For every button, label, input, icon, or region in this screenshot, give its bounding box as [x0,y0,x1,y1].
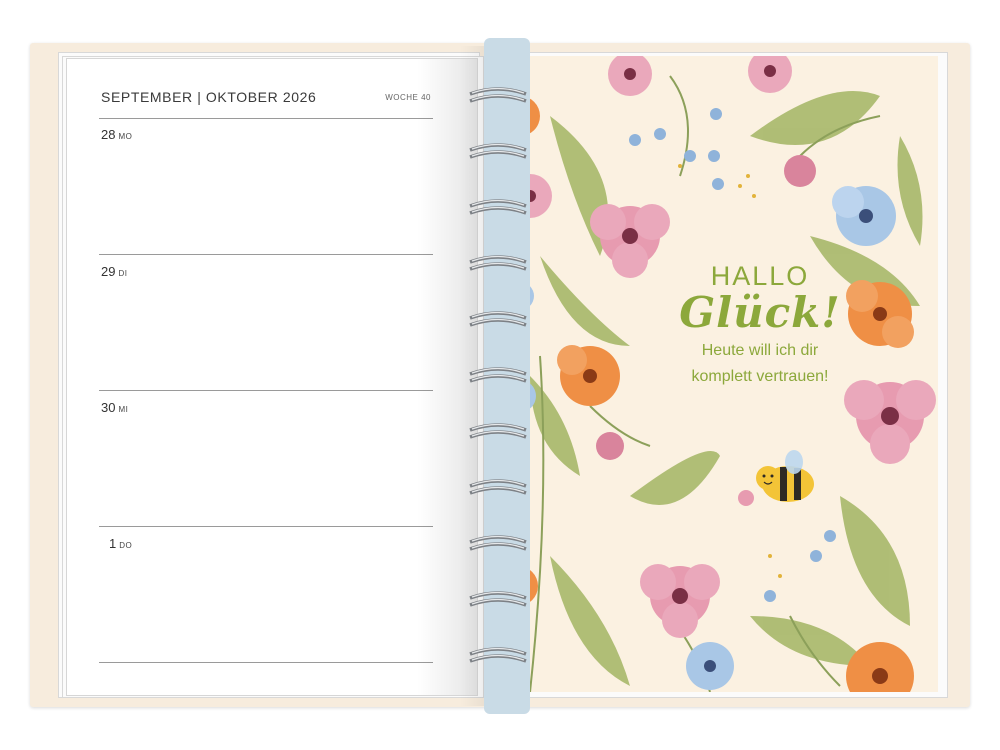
day-divider [99,526,433,527]
day-abbr: DI [118,269,128,278]
pink-flower [608,56,652,96]
week-label: WOCHE 40 [385,93,431,102]
day-abbr: MI [118,405,129,414]
small-flower [738,490,754,506]
header-rule [99,118,433,119]
blue-flower [686,642,734,690]
month-label-right: OKTOBER 2026 [205,89,317,105]
pink-flower [748,56,792,93]
day-divider [99,254,433,255]
spiral-binder-strip [484,38,530,714]
illustrated-page: HALLO Glück! Heute will ich dir komplett… [510,56,938,692]
day-abbr: DO [119,541,133,550]
orange-flower [846,642,914,692]
blue-flower [832,186,896,246]
bee [756,450,814,502]
day-number: 1 [109,536,117,551]
pink-flower [640,564,720,638]
day-number: 29 [101,264,116,279]
day-number: 28 [101,127,116,142]
day-entry-30[interactable]: 30 MI [101,400,128,415]
pink-bud [784,155,816,187]
pink-bud [596,432,624,460]
day-entry-28[interactable]: 28 MO [101,127,132,142]
month-label-left: SEPTEMBER [101,89,193,105]
pink-flower [844,380,936,464]
day-entry-1[interactable]: 1 DO [109,536,132,551]
month-separator: | [197,89,202,105]
greeting-line-2: komplett vertrauen! [691,368,829,385]
day-entry-29[interactable]: 29 DI [101,264,127,279]
page-header: SEPTEMBER | OKTOBER 2026 WOCHE 40 [101,89,431,113]
week-page[interactable]: SEPTEMBER | OKTOBER 2026 WOCHE 40 28 MO 2… [66,58,478,696]
greeting-glueck: Glück! [679,288,841,337]
day-divider [99,662,433,663]
greeting-block: HALLO Glück! Heute will ich dir komplett… [610,261,910,389]
day-abbr: MO [118,132,133,141]
greeting-line-1: Heute will ich dir [701,342,819,359]
day-number: 30 [101,400,116,415]
day-divider [99,390,433,391]
